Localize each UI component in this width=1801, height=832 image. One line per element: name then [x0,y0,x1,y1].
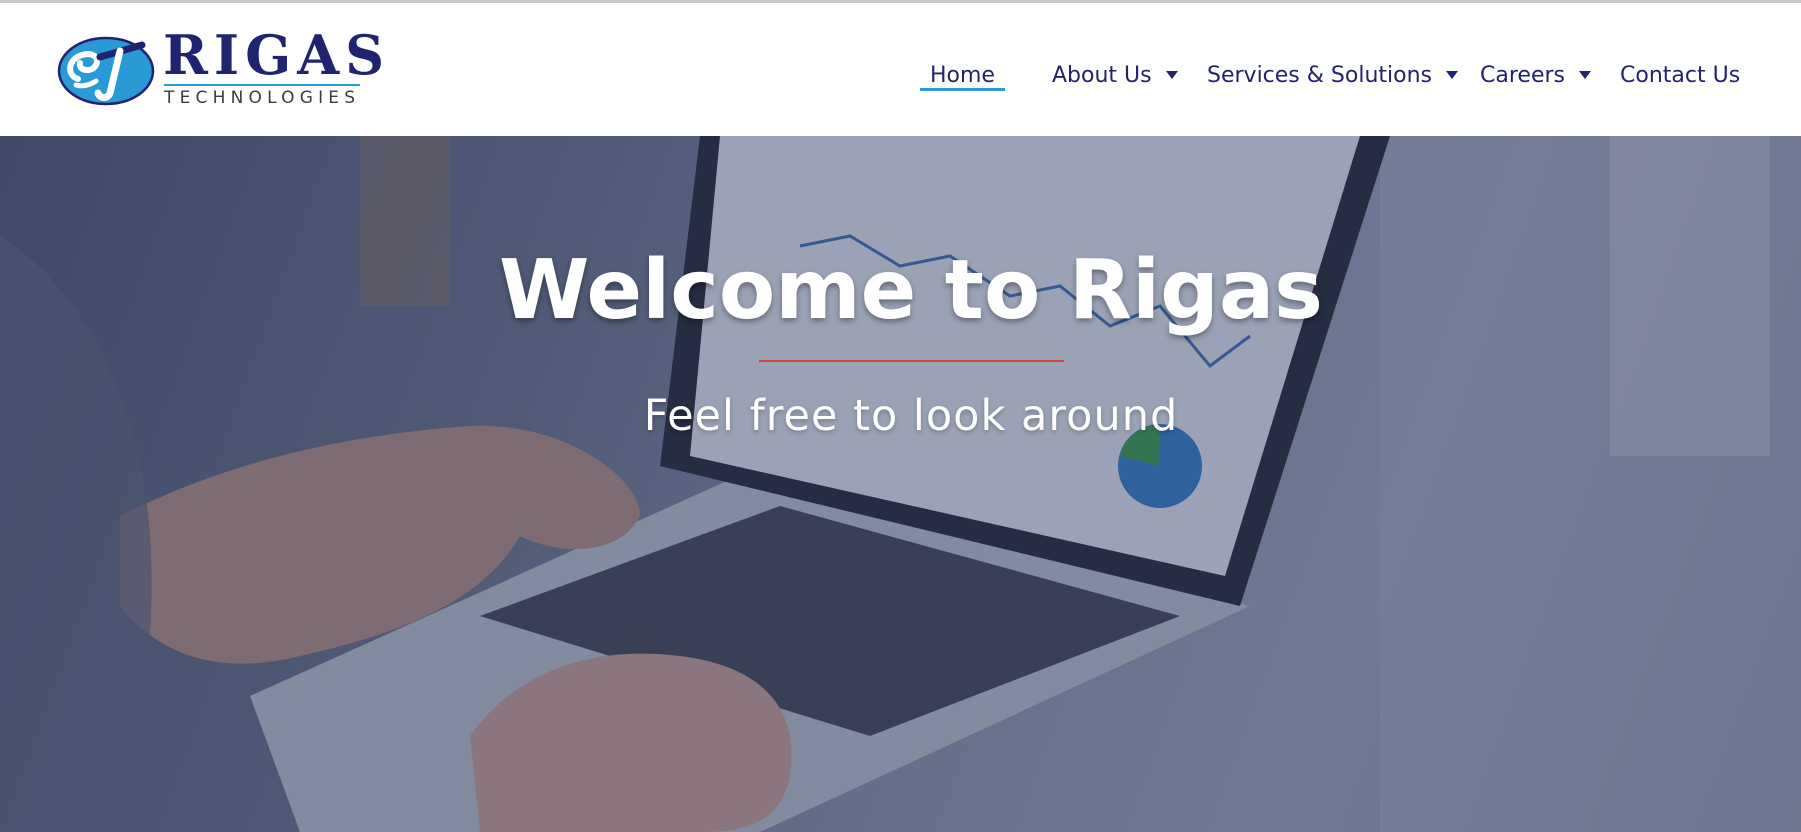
hero-subtitle: Feel free to look around [643,391,1179,441]
site-header: RIGAS TECHNOLOGIES Home About Us Service… [0,3,1801,136]
nav-item-label: Home [930,62,995,88]
caret-down-icon [1446,71,1458,79]
caret-down-icon [1165,71,1178,79]
nav-item-label: Careers [1480,62,1565,88]
nav-item-contact-us[interactable]: Contact Us [1620,55,1740,95]
hero-overlay [0,136,1801,832]
nav-item-services-solutions[interactable]: Services & Solutions [1207,55,1458,95]
nav-item-label: Contact Us [1620,62,1741,88]
hero-divider [759,360,1064,362]
main-nav: Home About Us Services & Solutions Caree… [0,55,1801,95]
nav-item-careers[interactable]: Careers [1480,55,1591,95]
caret-down-icon [1578,71,1591,79]
nav-item-label: Services & Solutions [1207,62,1432,88]
nav-item-about-us[interactable]: About Us [1052,55,1178,95]
nav-item-label: About Us [1052,62,1152,88]
hero-title: Welcome to Rigas [499,243,1323,338]
nav-active-indicator [920,88,1005,91]
hero-banner: Welcome to Rigas Feel free to look aroun… [0,136,1801,832]
